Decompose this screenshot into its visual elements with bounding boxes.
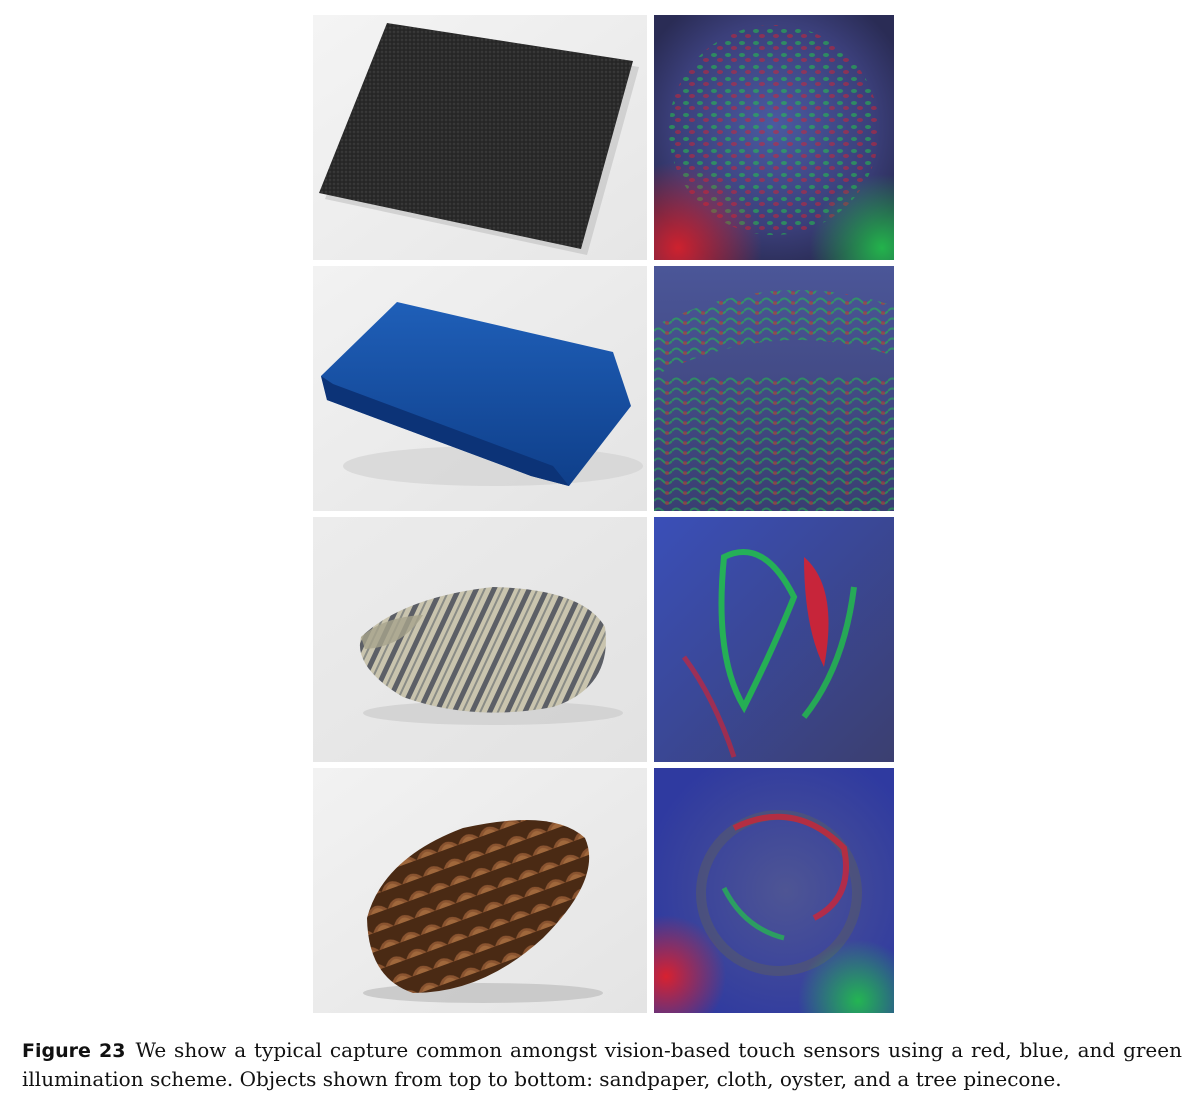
sandpaper-tactile-capture (654, 15, 894, 260)
pinecone-photo (313, 768, 647, 1013)
sandpaper-photo (313, 15, 647, 260)
figure-caption-text: We show a typical capture common amongst… (22, 1038, 1182, 1091)
oyster-tactile-capture (654, 517, 894, 762)
oyster-photo (313, 517, 647, 762)
cloth-photo (313, 266, 647, 511)
figure-label: Figure 23 (22, 1040, 126, 1062)
figure-caption: Figure 23 We show a typical capture commo… (22, 1036, 1182, 1093)
figure-row-cloth (313, 266, 894, 511)
figure-row-sandpaper (313, 15, 894, 260)
figure-row-oyster (313, 517, 894, 762)
figure-row-pinecone (313, 768, 894, 1013)
figure-image-grid (313, 15, 894, 1013)
cloth-tactile-capture (654, 266, 894, 511)
pinecone-tactile-capture (654, 768, 894, 1013)
